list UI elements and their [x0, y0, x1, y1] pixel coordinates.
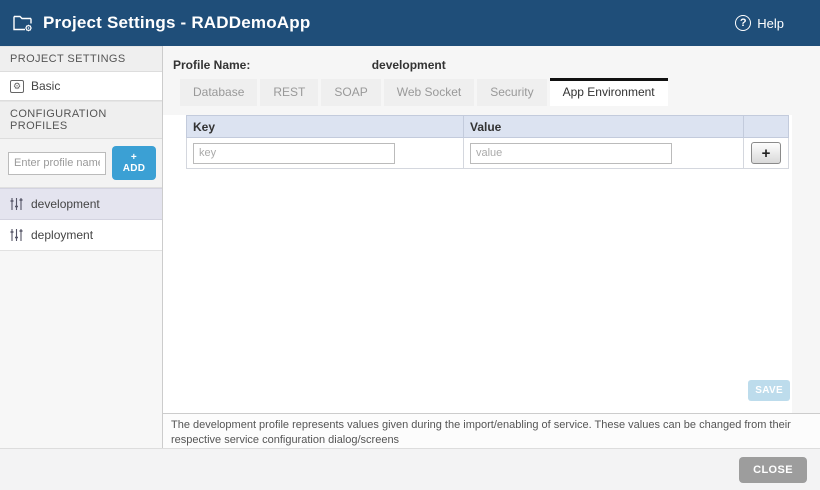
main-panel: Profile Name: development Database REST … [163, 46, 820, 448]
help-label: Help [757, 16, 784, 31]
key-cell [187, 138, 464, 169]
value-input[interactable] [470, 143, 672, 164]
profile-name-row: Profile Name: development [163, 46, 820, 79]
profile-item-label: deployment [31, 228, 93, 242]
table-row: + [187, 138, 789, 169]
help-button[interactable]: ? Help [735, 15, 784, 31]
save-button[interactable]: SAVE [748, 380, 790, 401]
sidebar: PROJECT SETTINGS ⚙ Basic CONFIGURATION P… [0, 46, 163, 448]
tab-rest[interactable]: REST [260, 79, 318, 106]
profile-name-input[interactable] [8, 152, 106, 175]
column-header-key: Key [187, 116, 464, 138]
section-header-project-settings: PROJECT SETTINGS [0, 46, 162, 72]
tab-security[interactable]: Security [477, 79, 546, 106]
section-header-configuration-profiles: CONFIGURATION PROFILES [0, 101, 162, 139]
profile-name-label: Profile Name: [173, 58, 250, 72]
sidebar-item-basic[interactable]: ⚙ Basic [0, 72, 162, 101]
window-title: Project Settings - RADDemoApp [43, 13, 310, 33]
sliders-icon [10, 197, 23, 211]
close-button[interactable]: CLOSE [739, 457, 807, 483]
table-header-row: Key Value [187, 116, 789, 138]
profile-item-deployment[interactable]: deployment [0, 220, 162, 251]
gear-window-icon: ⚙ [10, 80, 24, 93]
tab-app-environment[interactable]: App Environment [550, 78, 668, 106]
question-mark-icon: ? [735, 15, 751, 31]
column-header-value: Value [464, 116, 744, 138]
profile-item-development[interactable]: development [0, 188, 162, 220]
add-profile-button[interactable]: + ADD [112, 146, 156, 180]
column-header-actions [744, 116, 789, 138]
tab-database[interactable]: Database [180, 79, 257, 106]
sidebar-item-basic-label: Basic [31, 79, 60, 93]
add-profile-row: + ADD [0, 139, 162, 188]
key-input[interactable] [193, 143, 395, 164]
tab-bar: Database REST SOAP Web Socket Security A… [163, 79, 820, 106]
profile-item-label: development [31, 197, 100, 211]
sliders-icon [10, 228, 23, 242]
add-row-button[interactable]: + [751, 142, 781, 164]
project-settings-icon [12, 13, 34, 33]
title-bar: Project Settings - RADDemoApp ? Help [0, 0, 820, 46]
profile-note: The development profile represents value… [163, 413, 820, 448]
app-environment-panel: Key Value + [163, 115, 792, 413]
profile-name-value: development [372, 58, 446, 72]
tab-web-socket[interactable]: Web Socket [384, 79, 474, 106]
add-cell: + [744, 138, 789, 169]
tab-soap[interactable]: SOAP [321, 79, 380, 106]
value-cell [464, 138, 744, 169]
key-value-table: Key Value + [186, 115, 789, 169]
bottom-bar: CLOSE [0, 448, 820, 490]
